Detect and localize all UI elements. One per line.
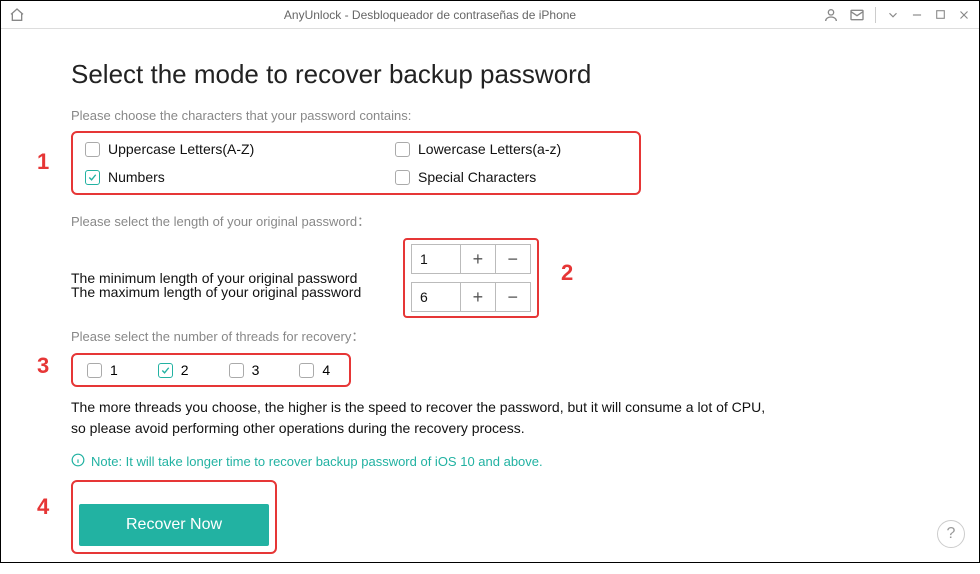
steppers-box: 1 + − 6 + − <box>403 238 539 318</box>
help-button[interactable]: ? <box>937 520 965 548</box>
annotation-4: 4 <box>37 494 49 520</box>
threads-box: 1 2 3 4 <box>71 353 351 387</box>
max-length-label: The maximum length of your original pass… <box>71 284 391 300</box>
threads-prompt: Please select the number of threads for … <box>71 326 909 345</box>
annotation-3: 3 <box>37 353 49 379</box>
close-icon[interactable] <box>957 8 971 22</box>
checkbox-numbers[interactable]: Numbers <box>85 169 385 185</box>
recover-box: Recover Now <box>71 480 277 554</box>
account-icon[interactable] <box>823 7 839 23</box>
home-icon[interactable] <box>9 7 25 23</box>
minimize-icon[interactable] <box>910 8 924 22</box>
lowercase-label: Lowercase Letters(a-z) <box>418 141 561 157</box>
titlebar: AnyUnlock - Desbloqueador de contraseñas… <box>1 1 979 29</box>
numbers-label: Numbers <box>108 169 165 185</box>
min-plus-button[interactable]: + <box>461 245 495 273</box>
uppercase-label: Uppercase Letters(A-Z) <box>108 141 254 157</box>
charset-prompt: Please choose the characters that your p… <box>71 108 909 123</box>
recover-now-button[interactable]: Recover Now <box>79 504 269 546</box>
max-plus-button[interactable]: + <box>461 283 495 311</box>
checkbox-special[interactable]: Special Characters <box>395 169 695 185</box>
checkbox-uppercase[interactable]: Uppercase Letters(A-Z) <box>85 141 385 157</box>
chevron-down-icon[interactable] <box>886 8 900 22</box>
window-title: AnyUnlock - Desbloqueador de contraseñas… <box>37 8 823 22</box>
min-minus-button[interactable]: − <box>496 245 530 273</box>
maximize-icon[interactable] <box>934 8 947 21</box>
mail-icon[interactable] <box>849 7 865 23</box>
threads-1[interactable]: 1 <box>87 362 118 378</box>
special-label: Special Characters <box>418 169 536 185</box>
info-icon <box>71 453 85 470</box>
length-prompt: Please select the length of your origina… <box>71 211 909 230</box>
threads-2[interactable]: 2 <box>158 362 189 378</box>
min-length-stepper: 1 + − <box>411 244 531 274</box>
threads-4[interactable]: 4 <box>299 362 330 378</box>
charset-box: Uppercase Letters(A-Z) Lowercase Letters… <box>71 131 641 195</box>
max-length-value[interactable]: 6 <box>412 283 461 311</box>
max-length-stepper: 6 + − <box>411 282 531 312</box>
min-length-value[interactable]: 1 <box>412 245 461 273</box>
threads-note: The more threads you choose, the higher … <box>71 397 909 439</box>
threads-3[interactable]: 3 <box>229 362 260 378</box>
annotation-2: 2 <box>561 260 573 286</box>
annotation-1: 1 <box>37 149 49 175</box>
checkbox-lowercase[interactable]: Lowercase Letters(a-z) <box>395 141 695 157</box>
max-minus-button[interactable]: − <box>496 283 530 311</box>
page-title: Select the mode to recover backup passwo… <box>71 59 909 90</box>
info-note: Note: It will take longer time to recove… <box>71 453 909 470</box>
